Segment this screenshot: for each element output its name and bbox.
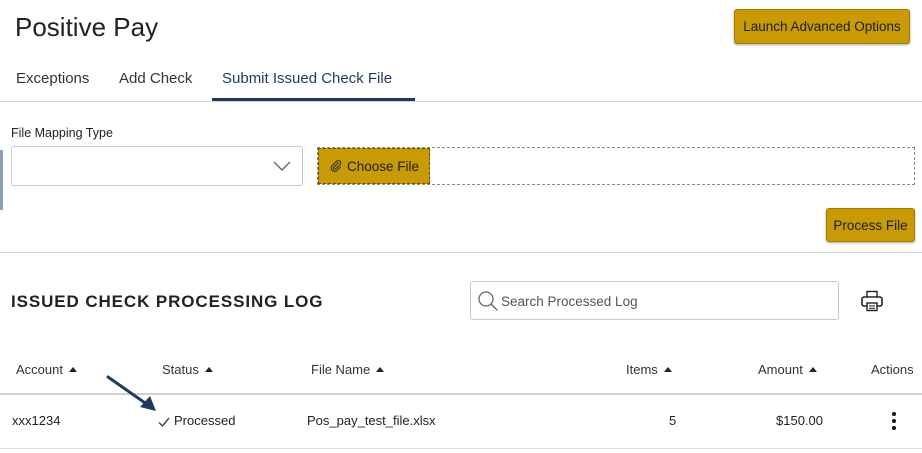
tab-exceptions[interactable]: Exceptions bbox=[16, 70, 89, 87]
launch-advanced-options-button[interactable]: Launch Advanced Options bbox=[734, 9, 910, 44]
file-name-header-label: File Name bbox=[311, 362, 371, 377]
kebab-menu-icon[interactable] bbox=[887, 410, 901, 432]
section-divider bbox=[0, 252, 922, 253]
search-icon bbox=[478, 291, 498, 311]
sort-ascending-icon bbox=[663, 367, 672, 372]
status-text: Processed bbox=[174, 413, 236, 428]
choose-file-label: Choose File bbox=[346, 158, 420, 174]
items-header-label: Items bbox=[626, 362, 658, 377]
cell-file-name: Pos_pay_test_file.xlsx bbox=[307, 413, 436, 428]
column-header-file-name[interactable]: File Name bbox=[311, 362, 385, 377]
column-header-items[interactable]: Items bbox=[626, 362, 672, 377]
tab-bar: Exceptions Add Check Submit Issued Check… bbox=[0, 62, 922, 102]
page-title: Positive Pay bbox=[15, 12, 159, 42]
processing-log-title: ISSUED CHECK PROCESSING LOG bbox=[11, 292, 324, 311]
search-processed-log[interactable] bbox=[470, 281, 839, 320]
cell-status: Processed bbox=[158, 413, 235, 428]
chevron-down-icon bbox=[273, 161, 291, 171]
sort-ascending-icon bbox=[204, 367, 213, 372]
checkmark-icon bbox=[158, 417, 170, 427]
search-input[interactable] bbox=[501, 290, 831, 312]
account-header-label: Account bbox=[16, 362, 63, 377]
status-header-label: Status bbox=[162, 362, 199, 377]
amount-header-label: Amount bbox=[758, 362, 803, 377]
process-file-button[interactable]: Process File bbox=[826, 208, 915, 242]
file-mapping-type-label: File Mapping Type bbox=[11, 126, 113, 140]
active-tab-indicator bbox=[212, 98, 415, 101]
column-header-amount[interactable]: Amount bbox=[758, 362, 817, 377]
paperclip-icon bbox=[330, 160, 342, 172]
choose-file-button[interactable]: Choose File bbox=[318, 148, 430, 184]
column-header-status[interactable]: Status bbox=[162, 362, 213, 377]
column-header-account[interactable]: Account bbox=[16, 362, 77, 377]
sort-ascending-icon bbox=[68, 367, 77, 372]
file-mapping-type-select[interactable] bbox=[11, 146, 303, 186]
sort-ascending-icon bbox=[808, 367, 817, 372]
cell-amount: $150.00 bbox=[776, 413, 823, 428]
printer-icon[interactable] bbox=[860, 290, 884, 312]
pointer-arrow bbox=[106, 375, 156, 411]
column-header-actions: Actions bbox=[871, 362, 914, 377]
tab-submit-issued-check-file[interactable]: Submit Issued Check File bbox=[222, 70, 392, 87]
cell-items: 5 bbox=[669, 413, 677, 428]
cell-account: xxx1234 bbox=[12, 413, 61, 428]
table-row-divider bbox=[0, 448, 922, 449]
sort-ascending-icon bbox=[376, 367, 385, 372]
left-edge-mark bbox=[0, 150, 3, 210]
tab-add-check[interactable]: Add Check bbox=[119, 70, 192, 87]
